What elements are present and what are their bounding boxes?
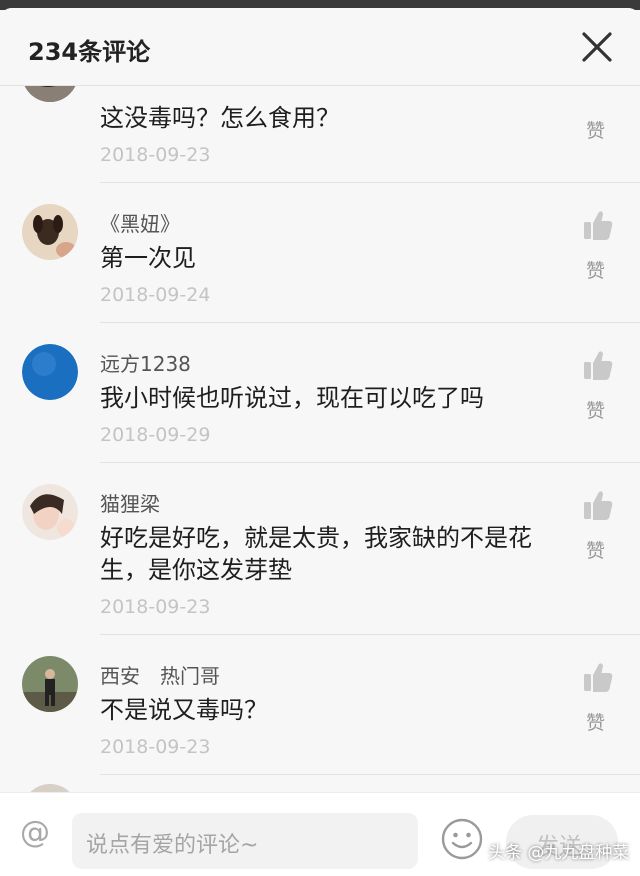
comment-username[interactable]: 西安 热门哥 — [100, 660, 220, 689]
comment-username[interactable]: 远方1238 — [100, 348, 191, 377]
comment-input-placeholder: 说点有爱的评论~ — [86, 833, 259, 858]
divider — [100, 322, 640, 323]
divider — [100, 774, 640, 775]
thumbs-up-icon[interactable] — [582, 348, 614, 382]
comment-text: 这没毒吗？怎么食用？ — [100, 104, 340, 132]
like-label[interactable]: 赞 — [586, 396, 605, 423]
watermark: 头条 @九九盘种菜 — [488, 843, 630, 863]
comment-count-title: 234条评论 — [28, 38, 151, 66]
close-icon[interactable] — [578, 28, 616, 66]
smiley-icon[interactable] — [440, 817, 484, 861]
comment-text: 第一次见 — [100, 244, 196, 272]
comment-text: 不是说又毒吗？ — [100, 696, 268, 724]
comment-date: 2018-09-23 — [100, 596, 211, 618]
like-label[interactable]: 赞 — [586, 256, 605, 283]
comment-item: 远方1238 我小时候也听说过，现在可以吃了吗 2018-09-29 赞 — [0, 326, 640, 466]
comment-username[interactable]: 《黑妞》 — [100, 208, 180, 237]
like-label[interactable]: 赞 — [586, 116, 605, 143]
comments-sheet: 234条评论 这没毒吗？怎么食用？ 2018-09-23 赞 《黑妞》 第一次见… — [0, 8, 640, 876]
avatar[interactable] — [22, 344, 78, 400]
thumbs-up-icon[interactable] — [582, 488, 614, 522]
divider — [100, 634, 640, 635]
divider — [100, 462, 640, 463]
comment-item: 猫狸梁 好吃是好吃，就是太贵，我家缺的不是花生，是你这发芽垫 2018-09-2… — [0, 466, 640, 638]
mention-at-icon[interactable]: @ — [20, 815, 50, 850]
avatar[interactable] — [22, 784, 78, 792]
comment-date: 2018-09-23 — [100, 144, 211, 166]
comment-date: 2018-09-23 — [100, 736, 211, 758]
like-label[interactable]: 赞 — [586, 536, 605, 563]
comment-composer: @ 说点有爱的评论~ 发送 — [0, 792, 640, 876]
divider — [100, 182, 640, 183]
comment-date: 2018-09-29 — [100, 424, 211, 446]
comment-item: 西安 热门哥 不是说又毒吗？ 2018-09-23 赞 — [0, 638, 640, 778]
comment-item: 这没毒吗？怎么食用？ 2018-09-23 赞 — [0, 86, 640, 186]
avatar[interactable] — [22, 656, 78, 712]
comment-input[interactable]: 说点有爱的评论~ — [72, 813, 418, 869]
comment-list[interactable]: 这没毒吗？怎么食用？ 2018-09-23 赞 《黑妞》 第一次见 2018-0… — [0, 86, 640, 792]
like-label[interactable]: 赞 — [586, 708, 605, 735]
comment-text: 好吃是好吃，就是太贵，我家缺的不是花生，是你这发芽垫 — [100, 524, 532, 584]
comment-date: 2018-09-24 — [100, 284, 211, 306]
comment-username[interactable]: 猫狸梁 — [100, 488, 160, 517]
thumbs-up-icon[interactable] — [582, 660, 614, 694]
thumbs-up-icon[interactable] — [582, 208, 614, 242]
comment-item: 《黑妞》 第一次见 2018-09-24 赞 — [0, 186, 640, 326]
sheet-header: 234条评论 — [0, 8, 640, 86]
avatar[interactable] — [22, 484, 78, 540]
avatar[interactable] — [22, 86, 78, 102]
avatar[interactable] — [22, 204, 78, 260]
comment-text: 我小时候也听说过，现在可以吃了吗 — [100, 384, 484, 412]
